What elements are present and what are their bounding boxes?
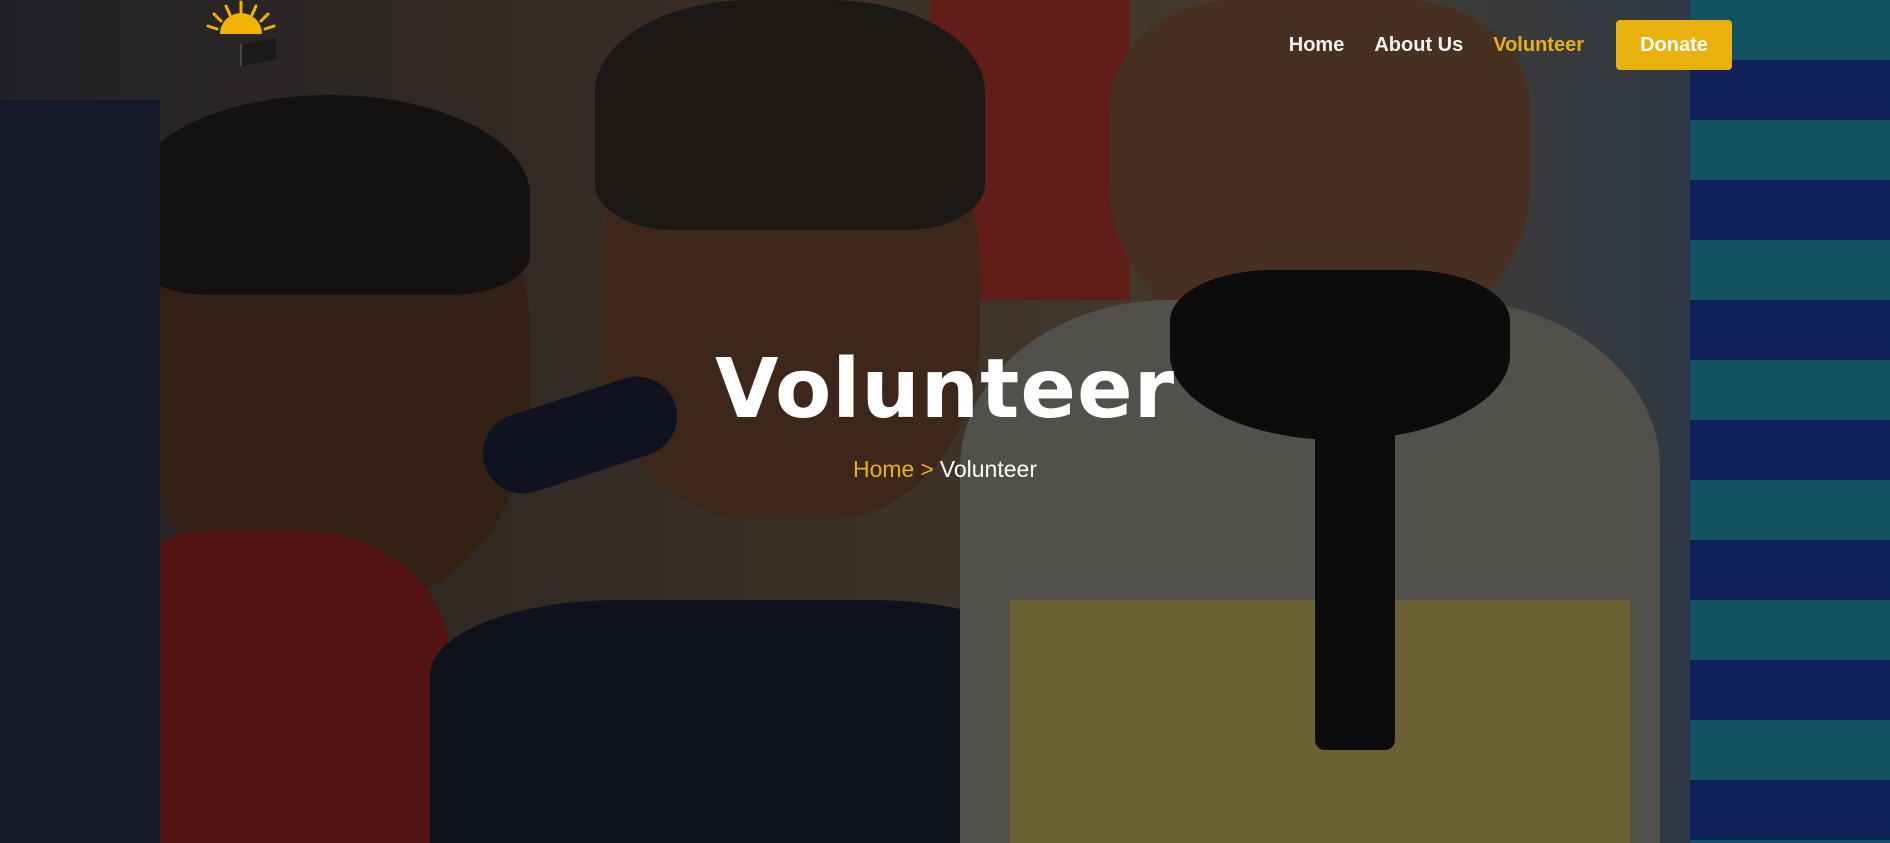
nav-item-about-us[interactable]: About Us — [1374, 22, 1463, 68]
breadcrumb-home-link[interactable]: Home — [853, 456, 914, 482]
page-title: Volunteer — [714, 342, 1176, 437]
donate-button[interactable]: Donate — [1616, 20, 1732, 70]
breadcrumb-current: Volunteer — [939, 456, 1037, 482]
main-nav: Home About Us Volunteer Donate — [1289, 20, 1732, 70]
site-logo[interactable] — [198, 0, 284, 76]
nav-item-home[interactable]: Home — [1289, 22, 1345, 68]
breadcrumb-separator: > — [920, 456, 934, 482]
open-book-sun-logo-icon — [206, 0, 276, 66]
hero-section: Home About Us Volunteer Donate Volunteer… — [0, 0, 1890, 843]
breadcrumb: Home > Volunteer — [0, 456, 1890, 483]
nav-item-volunteer[interactable]: Volunteer — [1493, 22, 1584, 68]
